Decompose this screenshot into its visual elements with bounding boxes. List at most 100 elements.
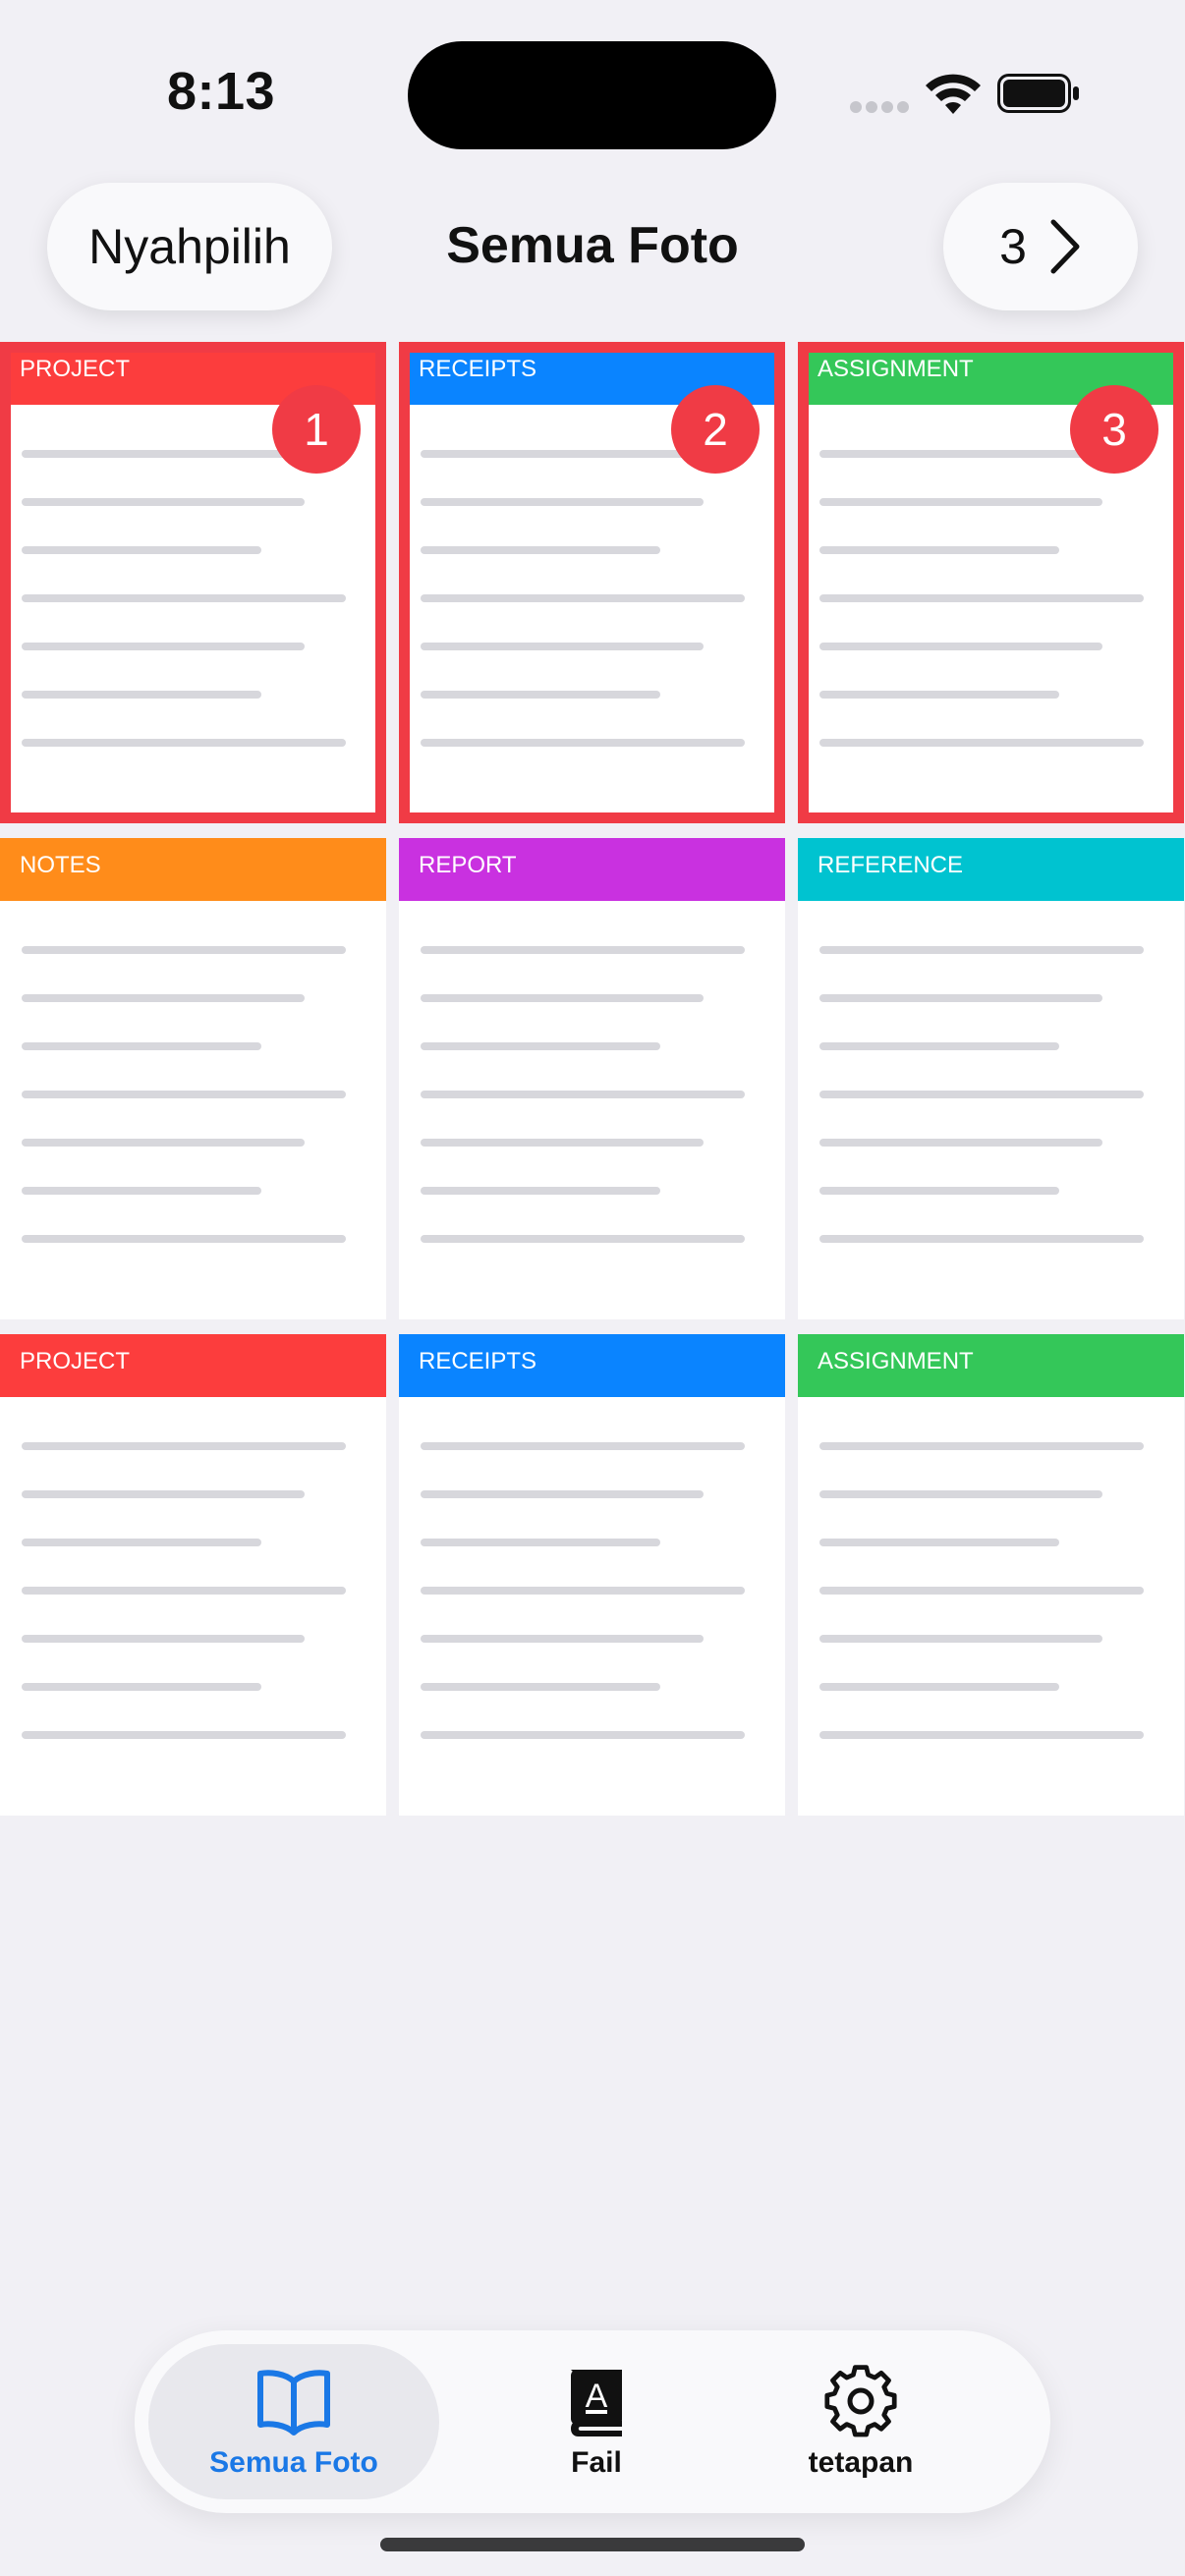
tab-fail[interactable]: A Fail: [500, 2344, 693, 2499]
text-line: [819, 1635, 1102, 1643]
text-line: [22, 1042, 261, 1050]
text-line: [421, 1731, 745, 1739]
selection-badge: 3: [1070, 385, 1158, 474]
document-text-lines: [421, 450, 763, 787]
text-line: [421, 594, 745, 602]
tab-label: Semua Foto: [209, 2446, 378, 2479]
text-line: [819, 498, 1102, 506]
text-line: [421, 1091, 745, 1098]
next-button[interactable]: 3: [943, 183, 1138, 310]
selection-badge: 2: [671, 385, 760, 474]
text-line: [819, 643, 1102, 650]
photo-card[interactable]: REFERENCE: [798, 838, 1184, 1319]
text-line: [421, 1539, 660, 1546]
text-line: [819, 1091, 1144, 1098]
text-line: [421, 1042, 660, 1050]
text-line: [819, 994, 1102, 1002]
text-line: [421, 1490, 704, 1498]
text-line: [421, 643, 704, 650]
text-line: [421, 1187, 660, 1195]
text-line: [22, 594, 346, 602]
photo-card[interactable]: PROJECT: [0, 1334, 386, 1816]
text-line: [22, 643, 305, 650]
text-line: [819, 1731, 1144, 1739]
photo-card[interactable]: REPORT: [399, 838, 785, 1319]
card-category-label: REPORT: [399, 838, 785, 901]
text-line: [819, 1042, 1059, 1050]
tab-bar: Semua Foto A Fail tetapan: [135, 2330, 1050, 2513]
text-line: [22, 1187, 261, 1195]
svg-text:A: A: [586, 2378, 608, 2415]
text-line: [22, 1731, 346, 1739]
text-line: [819, 946, 1144, 954]
text-line: [22, 1091, 346, 1098]
text-line: [819, 739, 1144, 747]
text-line: [22, 994, 305, 1002]
text-line: [22, 498, 305, 506]
tab-label: Fail: [571, 2446, 622, 2479]
photo-card[interactable]: RECEIPTS 2: [399, 342, 785, 823]
card-category-label: PROJECT: [0, 1334, 386, 1397]
document-text-lines: [22, 450, 365, 787]
text-line: [421, 1587, 745, 1595]
text-line: [819, 1187, 1059, 1195]
text-line: [421, 546, 660, 554]
text-line: [22, 691, 261, 699]
text-line: [819, 1683, 1059, 1691]
photo-card[interactable]: RECEIPTS: [399, 1334, 785, 1816]
text-line: [421, 1139, 704, 1147]
photo-card[interactable]: ASSIGNMENT 3: [798, 342, 1184, 823]
card-category-label: NOTES: [0, 838, 386, 901]
text-line: [22, 1635, 305, 1643]
text-line: [22, 946, 346, 954]
text-line: [22, 1442, 346, 1450]
tab-tetapan[interactable]: tetapan: [750, 2344, 972, 2499]
text-line: [819, 1539, 1059, 1546]
document-text-lines: [22, 946, 365, 1283]
text-line: [819, 1490, 1102, 1498]
dynamic-island: [408, 41, 776, 149]
text-line: [819, 1587, 1144, 1595]
text-line: [819, 594, 1144, 602]
card-category-label: REFERENCE: [798, 838, 1184, 901]
text-line: [421, 994, 704, 1002]
document-text-lines: [22, 1442, 365, 1779]
text-line: [22, 1139, 305, 1147]
text-line: [22, 1587, 346, 1595]
photo-card[interactable]: PROJECT 1: [0, 342, 386, 823]
text-line: [421, 1235, 745, 1243]
card-category-label: ASSIGNMENT: [798, 1334, 1184, 1397]
wifi-icon: [926, 74, 981, 114]
text-line: [819, 1442, 1144, 1450]
text-line: [819, 546, 1059, 554]
tab-semua-foto[interactable]: Semua Foto: [148, 2344, 439, 2499]
text-line: [421, 1683, 660, 1691]
selection-badge: 1: [272, 385, 361, 474]
dictionary-icon: A: [571, 2370, 622, 2436]
photo-card[interactable]: ASSIGNMENT: [798, 1334, 1184, 1816]
document-text-lines: [421, 946, 763, 1283]
text-line: [421, 946, 745, 954]
text-line: [819, 1235, 1144, 1243]
document-text-lines: [819, 450, 1162, 787]
text-line: [819, 691, 1059, 699]
document-text-lines: [819, 946, 1162, 1283]
book-open-icon: [257, 2370, 330, 2436]
text-line: [421, 739, 745, 747]
text-line: [22, 1490, 305, 1498]
text-line: [22, 1235, 346, 1243]
cellular-signal-icon: [850, 101, 909, 115]
chevron-right-icon: [1050, 219, 1080, 274]
text-line: [22, 739, 346, 747]
home-indicator: [380, 2538, 805, 2551]
text-line: [421, 498, 704, 506]
text-line: [819, 1139, 1102, 1147]
status-time: 8:13: [167, 62, 276, 121]
text-line: [22, 1539, 261, 1546]
document-text-lines: [819, 1442, 1162, 1779]
photo-card[interactable]: NOTES: [0, 838, 386, 1319]
text-line: [22, 1683, 261, 1691]
gear-icon: [824, 2365, 897, 2437]
card-category-label: RECEIPTS: [399, 1334, 785, 1397]
document-text-lines: [421, 1442, 763, 1779]
